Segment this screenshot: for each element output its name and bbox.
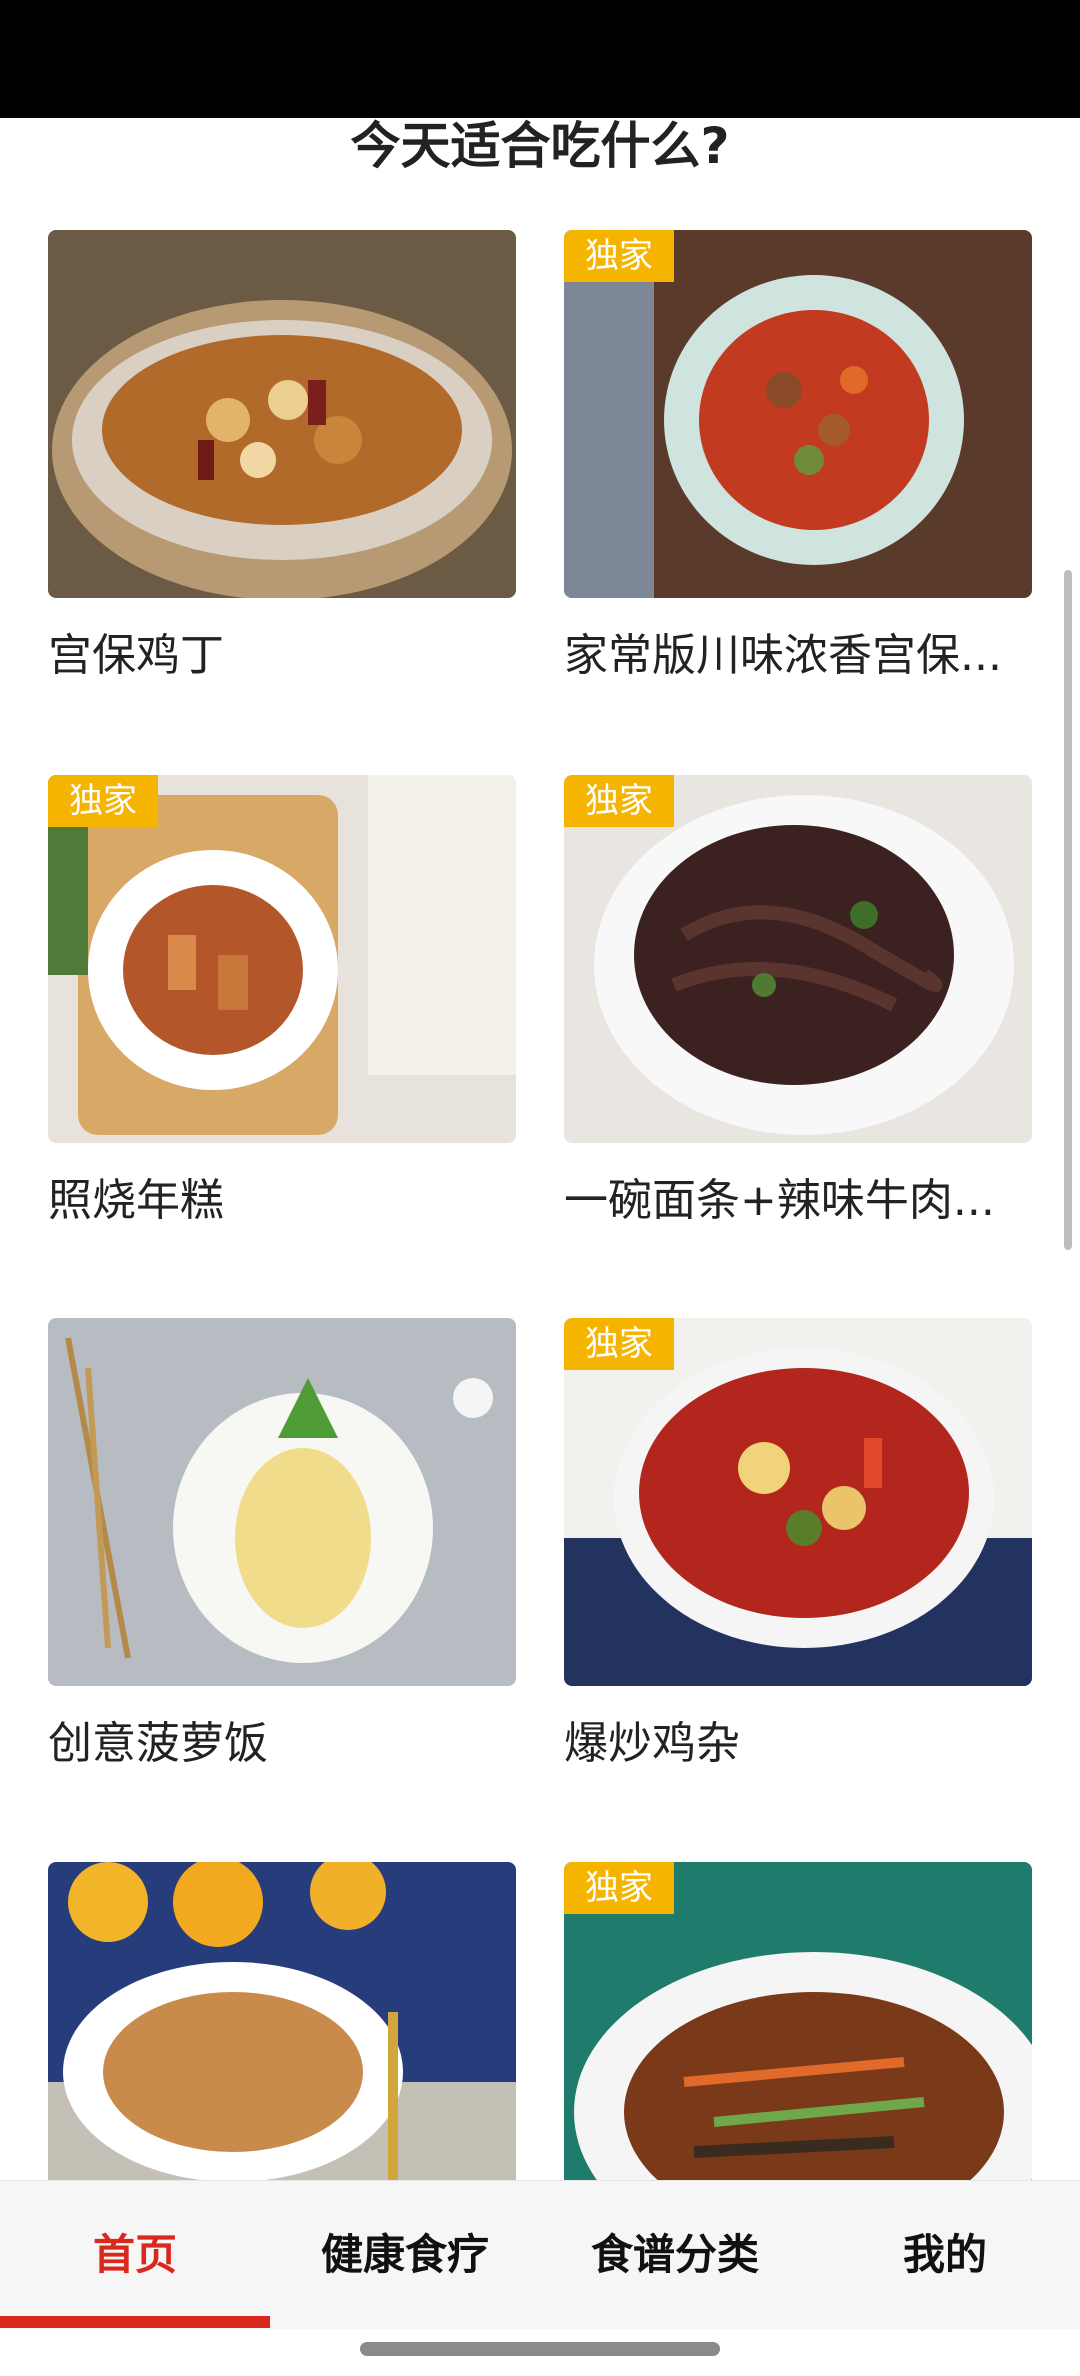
recipe-card[interactable]: 独家 家常版川味浓香宫保... [564,230,1032,686]
exclusive-badge: 独家 [564,230,674,282]
recipe-image[interactable]: 独家 [564,230,1032,598]
tab-me[interactable]: 我的 [810,2181,1080,2329]
tab-recipe-categories[interactable]: 食谱分类 [540,2181,810,2329]
recipe-grid: 今天适合吃什么? 宫保鸡丁 独家 家常版川味浓香宫保... 独家 照烧年糕 独家… [0,0,1080,2230]
recipe-image[interactable] [48,1862,516,2230]
recipe-image[interactable]: 独家 [564,775,1032,1143]
recipe-card[interactable]: 创意菠萝饭 [48,1318,516,1774]
exclusive-badge: 独家 [564,1318,674,1370]
bottom-tab-bar: 首页 健康食疗 食谱分类 我的 [0,2180,1080,2329]
recipe-card[interactable]: 独家 爆炒鸡杂 [564,1318,1032,1774]
tab-home[interactable]: 首页 [0,2181,270,2329]
recipe-title[interactable]: 创意菠萝饭 [48,1714,516,1774]
recipe-title[interactable]: 爆炒鸡杂 [564,1714,1032,1774]
recipe-image[interactable] [48,1318,516,1686]
recipe-title[interactable]: 家常版川味浓香宫保... [564,626,1032,686]
exclusive-badge: 独家 [48,775,158,827]
active-tab-indicator [0,2316,270,2328]
recipe-title[interactable]: 照烧年糕 [48,1171,516,1231]
recipe-image[interactable] [48,230,516,598]
recipe-image[interactable]: 独家 [564,1318,1032,1686]
recipe-card[interactable]: 独家 照烧年糕 [48,775,516,1231]
recipe-title[interactable]: 一碗面条+辣味牛肉... [564,1171,1032,1231]
scrollbar[interactable] [1064,570,1072,1250]
tab-health-therapy[interactable]: 健康食疗 [270,2181,540,2329]
exclusive-badge: 独家 [564,1862,674,1914]
recipe-card[interactable]: 独家 一碗面条+辣味牛肉... [564,775,1032,1231]
exclusive-badge: 独家 [564,775,674,827]
recipe-title[interactable]: 宫保鸡丁 [48,626,516,686]
home-indicator[interactable] [360,2342,720,2356]
recipe-image[interactable]: 独家 [564,1862,1032,2230]
recipe-image[interactable]: 独家 [48,775,516,1143]
section-title: 今天适合吃什么? [350,117,730,175]
recipe-card[interactable]: 宫保鸡丁 [48,230,516,686]
